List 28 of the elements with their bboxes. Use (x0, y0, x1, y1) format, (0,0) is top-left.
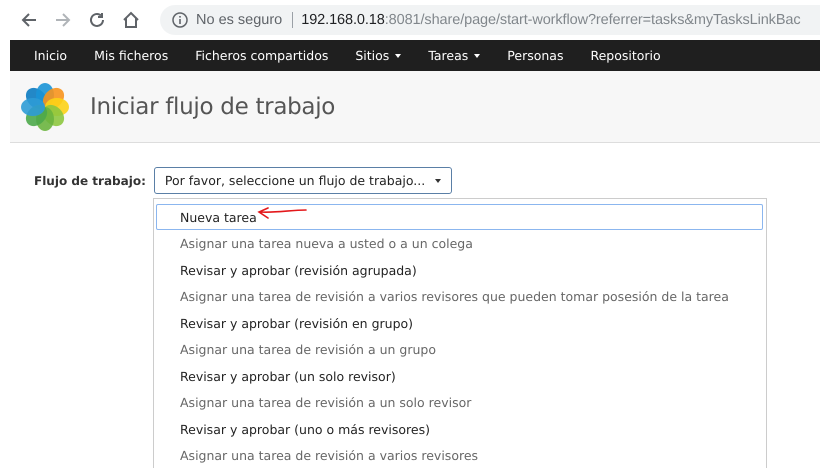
reload-icon[interactable] (88, 11, 106, 29)
info-icon[interactable] (172, 12, 188, 28)
annotation-arrow (256, 207, 308, 221)
workflow-option[interactable]: Nueva tarea (156, 204, 763, 230)
home-icon[interactable] (122, 11, 140, 29)
security-label: No es seguro (196, 12, 294, 28)
nav-item[interactable]: Tareas (416, 40, 492, 71)
nav-item[interactable]: Mis ficheros (82, 40, 180, 71)
url-text[interactable]: 192.168.0.18:8081/share/page/start-workflow?referrer=tasks&myTasksLinkBac (301, 12, 801, 28)
nav-item[interactable]: Inicio (22, 40, 80, 71)
option-description: Asignar una tarea nueva a usted o a un colega (179, 234, 474, 253)
option-description: Asignar una tarea de revisión a varios revisores (179, 446, 480, 465)
nav-item[interactable]: Repositorio (578, 40, 673, 71)
option-description: Asignar una tarea de revisión a un grupo (179, 340, 437, 359)
page-title: Iniciar flujo de trabajo (90, 94, 336, 120)
workflow-option[interactable]: Revisar y aprobar (revisión agrupada) (156, 257, 763, 283)
option-description: Asignar una tarea de revisión a varios revisores que pueden tomar posesión de la tarea (179, 288, 730, 306)
workflow-option[interactable]: Revisar y aprobar (revisión en grupo) (156, 310, 763, 336)
option-description: Asignar una tarea de revisión a un solo revisor (179, 394, 472, 412)
field-label: Flujo de trabajo: (34, 174, 146, 188)
back-icon[interactable] (20, 11, 38, 29)
nav-item[interactable]: Personas (495, 40, 576, 71)
workflow-option[interactable]: Revisar y aprobar (uno o más revisores) (156, 416, 763, 442)
workflow-option[interactable]: Revisar y aprobar (un solo revisor) (156, 363, 763, 389)
workflow-select[interactable]: Por favor, seleccione un flujo de trabajo... (154, 167, 452, 194)
nav-item[interactable]: Ficheros compartidos (183, 40, 340, 71)
caret-icon (435, 178, 442, 182)
nav-item[interactable]: Sitios (343, 40, 414, 71)
